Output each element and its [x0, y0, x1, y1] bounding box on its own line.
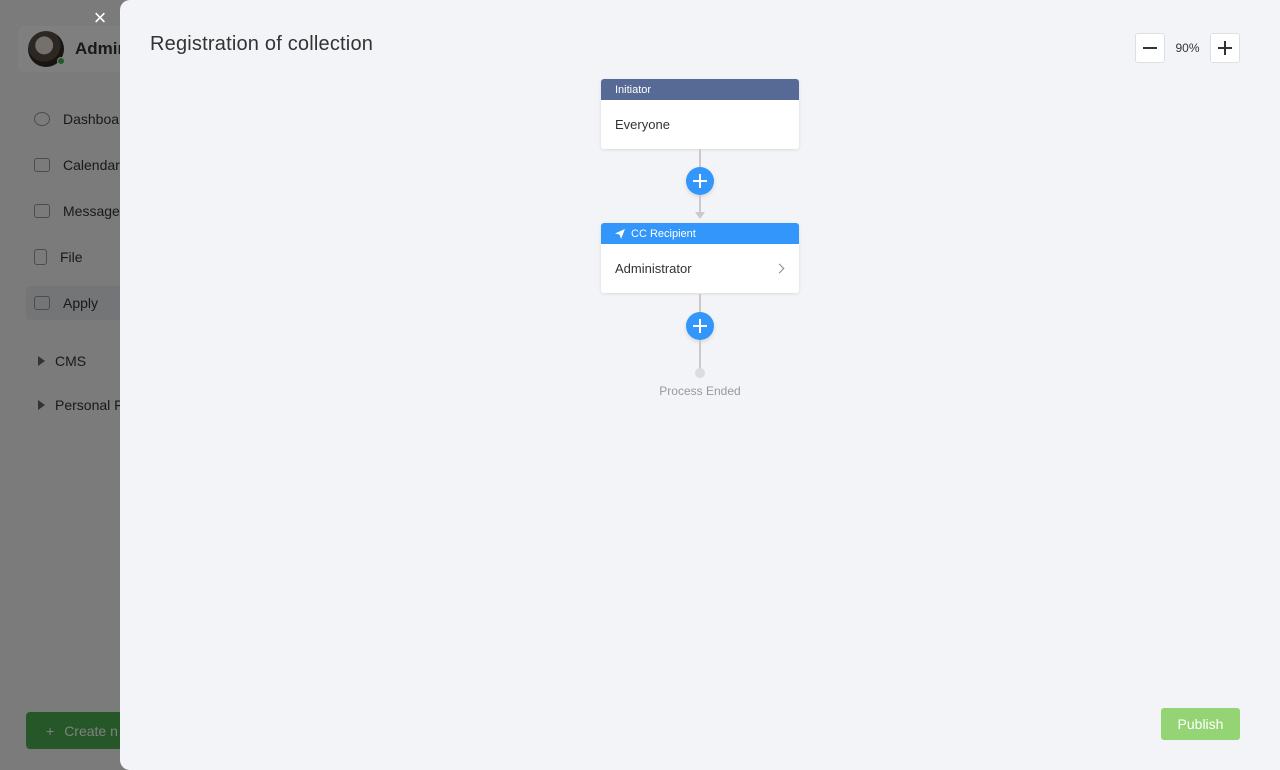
cc-recipient-header-label: CC Recipient [631, 227, 696, 240]
publish-button[interactable]: Publish [1161, 708, 1240, 740]
arrow-down-icon [695, 212, 705, 219]
add-node-button[interactable] [686, 167, 714, 195]
cc-recipient-node-header: CC Recipient [601, 223, 799, 244]
send-icon [615, 228, 625, 239]
page-title: Registration of collection [150, 33, 374, 55]
plus-icon [1218, 41, 1232, 56]
close-icon[interactable]: × [89, 7, 111, 29]
cc-recipient-node-body: Administrator [601, 244, 799, 293]
zoom-level: 90% [1175, 41, 1200, 55]
minus-icon [1143, 47, 1157, 49]
initiator-value: Everyone [615, 117, 670, 132]
initiator-node-body: Everyone [601, 100, 799, 149]
zoom-control: 90% [1135, 33, 1240, 63]
initiator-node[interactable]: Initiator Everyone [601, 79, 799, 149]
add-node-button[interactable] [686, 312, 714, 340]
connector-line [699, 149, 701, 167]
end-dot [695, 368, 705, 378]
initiator-node-header: Initiator [601, 79, 799, 100]
zoom-in-button[interactable] [1210, 33, 1240, 63]
cc-recipient-node[interactable]: CC Recipient Administrator [601, 223, 799, 293]
chevron-right-icon [774, 263, 785, 274]
connector-line [699, 294, 701, 312]
zoom-out-button[interactable] [1135, 33, 1165, 63]
connector-line [699, 340, 701, 370]
connector-line [699, 195, 701, 212]
cc-recipient-value: Administrator [615, 261, 692, 276]
process-designer-drawer: Registration of collection 90% Initiator… [120, 0, 1280, 770]
process-end-label: Process Ended [659, 384, 741, 398]
